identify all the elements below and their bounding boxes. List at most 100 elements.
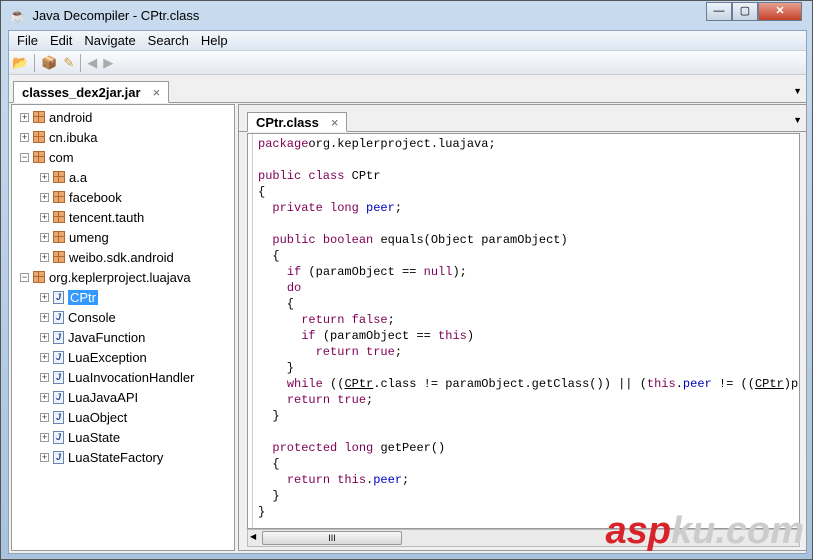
menu-search[interactable]: Search	[142, 31, 195, 50]
keyword: public class	[258, 169, 352, 183]
code-text: }	[258, 361, 295, 375]
tree-item[interactable]: + facebook	[40, 187, 122, 207]
forward-arrow-icon[interactable]: ▶	[103, 55, 113, 71]
code-text: ;	[366, 393, 374, 407]
expand-icon[interactable]: +	[40, 312, 49, 322]
tree-item[interactable]: + a.a	[40, 167, 87, 187]
class-file-icon: J	[53, 290, 64, 304]
keyword: package	[258, 137, 309, 151]
expand-icon[interactable]: +	[40, 172, 49, 182]
close-tab-icon[interactable]: ×	[331, 115, 339, 130]
tree-item[interactable]: + J LuaException	[40, 347, 147, 367]
window-title: Java Decompiler - CPtr.class	[32, 8, 200, 23]
tree-item-label: CPtr	[68, 289, 98, 305]
package-icon	[53, 191, 65, 203]
tree-item[interactable]: + J LuaJavaAPI	[40, 387, 138, 407]
tree-item[interactable]: + J LuaObject	[40, 407, 127, 427]
tree-item[interactable]: − org.keplerproject.luajava	[20, 267, 191, 287]
menu-navigate[interactable]: Navigate	[78, 31, 141, 50]
keyword: public boolean	[272, 233, 381, 247]
code-line: while ((CPtr.class != paramObject.getCla…	[248, 377, 799, 393]
tree-item[interactable]: + weibo.sdk.android	[40, 247, 174, 267]
code-text: .class != paramObject.getClass()) || (	[373, 377, 647, 391]
tree-item-label: android	[49, 109, 93, 125]
code-line: {	[248, 297, 294, 313]
expand-icon[interactable]: +	[40, 232, 49, 242]
type-link[interactable]: CPtr	[755, 377, 784, 391]
menu-help[interactable]: Help	[195, 31, 234, 50]
tree-item[interactable]: + J CPtr	[40, 287, 98, 307]
class-file-icon: J	[53, 430, 64, 444]
code-text: getPeer()	[380, 441, 446, 455]
tree-item[interactable]: + J JavaFunction	[40, 327, 145, 347]
open-file-icon[interactable]: 📂	[12, 55, 28, 71]
expand-icon[interactable]: +	[40, 432, 49, 442]
close-tab-icon[interactable]: ×	[153, 85, 161, 100]
code-text: ;	[394, 345, 403, 359]
code-line: return true;	[248, 345, 402, 361]
collapse-icon[interactable]: −	[20, 272, 29, 282]
collapse-icon[interactable]: −	[20, 152, 29, 162]
expand-icon[interactable]: +	[40, 292, 49, 302]
search-icon[interactable]: ✎	[63, 55, 74, 71]
class-file-icon: J	[53, 370, 64, 384]
tree-item[interactable]: + J Console	[40, 307, 116, 327]
tree-item-label: LuaJavaAPI	[68, 389, 139, 405]
tree-item[interactable]: + android	[20, 107, 92, 127]
keyword: return false	[301, 313, 388, 327]
back-arrow-icon[interactable]: ◀	[87, 55, 97, 71]
tab-list-dropdown[interactable]: ▼	[793, 86, 802, 96]
tree-item[interactable]: + umeng	[40, 227, 109, 247]
expand-icon[interactable]: +	[40, 212, 49, 222]
minimize-button[interactable]: —	[706, 2, 732, 21]
expand-icon[interactable]: +	[40, 452, 49, 462]
scrollbar-thumb[interactable]: III	[262, 531, 402, 545]
expand-icon[interactable]: +	[40, 392, 49, 402]
close-button[interactable]: ✕	[758, 2, 802, 21]
code-text: equals(Object paramObject)	[380, 233, 568, 247]
tree-item[interactable]: + J LuaInvocationHandler	[40, 367, 194, 387]
tree-item[interactable]: + cn.ibuka	[20, 127, 97, 147]
code-text: )	[466, 329, 475, 343]
expand-icon[interactable]: +	[40, 352, 49, 362]
keyword: return this	[286, 473, 367, 487]
code-text: {	[258, 249, 280, 263]
type-link[interactable]: CPtr	[344, 377, 373, 391]
code-view[interactable]: packageorg.keplerproject.luajava; public …	[247, 133, 800, 529]
menu-edit[interactable]: Edit	[44, 31, 78, 50]
open-type-icon[interactable]: 📦	[41, 55, 57, 71]
keyword: return true	[286, 393, 367, 407]
tree-item-label: LuaInvocationHandler	[68, 369, 195, 385]
code-text: (paramObject ==	[308, 265, 424, 279]
tree-item[interactable]: − com	[20, 147, 74, 167]
expand-icon[interactable]: +	[20, 112, 29, 122]
tree-item-label: LuaException	[68, 349, 147, 365]
watermark-logo: aspku.com	[605, 510, 804, 552]
expand-icon[interactable]: +	[40, 252, 49, 262]
tab-list-dropdown[interactable]: ▼	[793, 115, 802, 125]
tree-item[interactable]: + J LuaState	[40, 427, 120, 447]
tree-item[interactable]: + J LuaStateFactory	[40, 447, 163, 467]
tab-cptr-class[interactable]: CPtr.class ×	[247, 112, 348, 132]
tab-classes-dex2jar[interactable]: classes_dex2jar.jar ×	[13, 81, 170, 103]
expand-icon[interactable]: +	[40, 412, 49, 422]
tree-item[interactable]: + tencent.tauth	[40, 207, 144, 227]
expand-icon[interactable]: +	[40, 192, 49, 202]
menu-file[interactable]: File	[11, 31, 44, 50]
expand-icon[interactable]: +	[40, 372, 49, 382]
code-line: public boolean equals(Object paramObject…	[248, 233, 568, 249]
expand-icon[interactable]: +	[40, 332, 49, 342]
maximize-button[interactable]: ▢	[732, 2, 758, 21]
expand-icon[interactable]: +	[20, 132, 29, 142]
code-line: }	[248, 489, 279, 505]
code-text: );	[452, 265, 467, 279]
code-line: {	[248, 457, 279, 473]
code-text: }	[258, 409, 280, 423]
code-text: CPtr	[351, 169, 381, 183]
